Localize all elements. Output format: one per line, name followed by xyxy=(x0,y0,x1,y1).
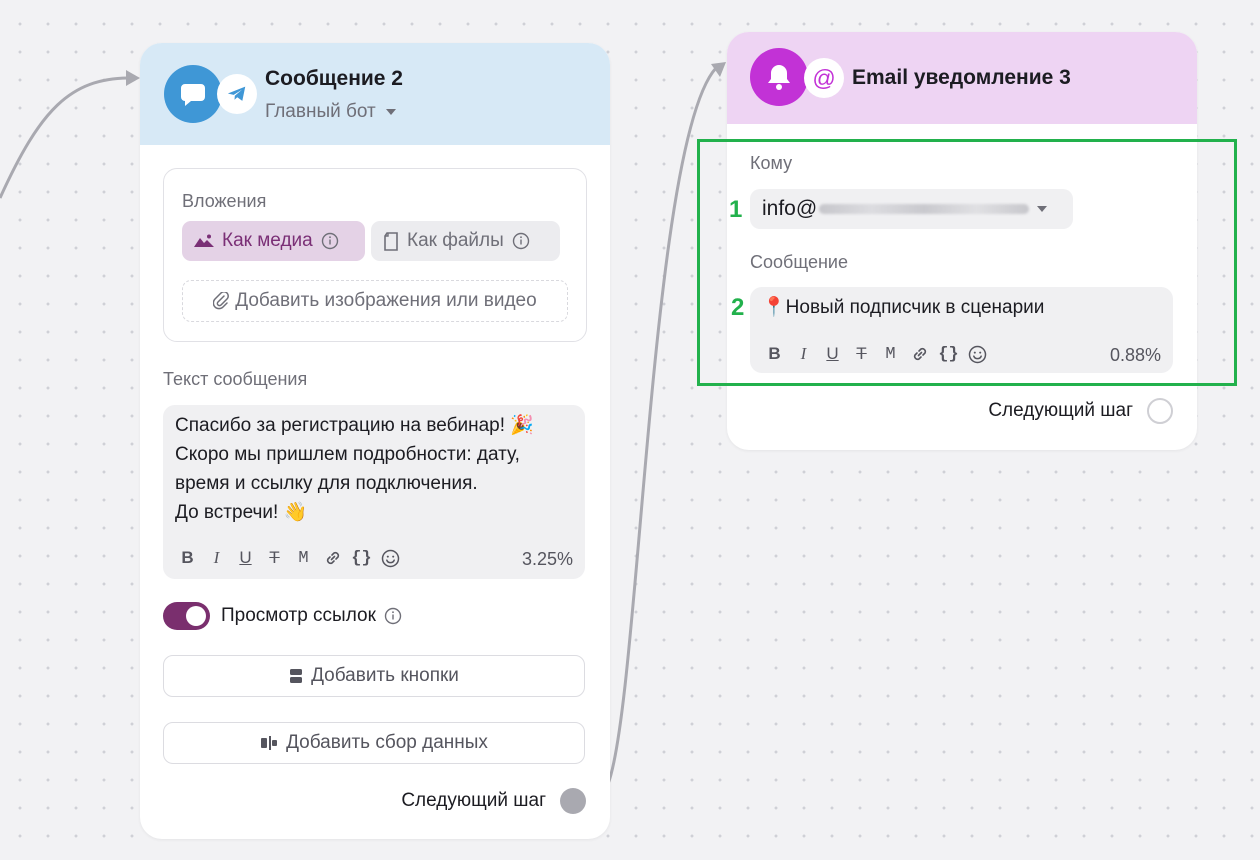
node-title: Сообщение 2 xyxy=(265,67,403,90)
next-step-connector[interactable] xyxy=(560,788,586,814)
node-title: Email уведомление 3 xyxy=(852,66,1071,89)
bot-name: Главный бот xyxy=(265,101,376,122)
variables-button[interactable]: {} xyxy=(347,545,376,571)
paperclip-icon xyxy=(213,292,230,310)
highlight-box xyxy=(697,139,1237,386)
mountain-image-icon xyxy=(194,234,214,247)
info-icon[interactable] xyxy=(384,607,402,625)
as-media-label: Как медиа xyxy=(222,230,313,251)
data-collection-icon xyxy=(261,736,278,750)
telegram-icon xyxy=(217,74,257,114)
add-buttons-button[interactable]: Добавить кнопки xyxy=(163,655,585,697)
monospace-button[interactable]: M xyxy=(289,545,318,571)
email-node-header: @ Email уведомление 3 xyxy=(727,32,1197,124)
next-step-label: Следующий шаг xyxy=(401,790,546,811)
underline-button[interactable]: U xyxy=(231,545,260,571)
next-step-label: Следующий шаг xyxy=(988,400,1133,421)
message-text-editor[interactable]: Спасибо за регистрацию на вебинар! 🎉 Ско… xyxy=(163,405,585,579)
message-line: Скоро мы пришлем подробности: дату, xyxy=(175,444,520,465)
next-step-row: Следующий шаг xyxy=(988,398,1173,424)
chevron-down-icon xyxy=(385,109,396,115)
as-files-option[interactable]: Как файлы xyxy=(371,221,560,261)
info-icon[interactable] xyxy=(512,232,530,250)
link-preview-row: Просмотр ссылок xyxy=(221,605,402,627)
next-step-connector[interactable] xyxy=(1147,398,1173,424)
link-icon xyxy=(326,551,339,565)
add-media-button[interactable]: Добавить изображения или видео xyxy=(182,280,568,322)
emoji-icon xyxy=(381,549,400,567)
message-text-content[interactable]: Спасибо за регистрацию на вебинар! 🎉 Ско… xyxy=(175,411,534,527)
annotation-number-1: 1 xyxy=(729,196,743,223)
italic-button[interactable]: I xyxy=(202,545,231,571)
link-preview-label: Просмотр ссылок xyxy=(221,605,376,626)
next-step-row: Следующий шаг xyxy=(401,788,586,814)
add-data-collection-label: Добавить сбор данных xyxy=(286,732,488,753)
wire-into-message xyxy=(0,76,131,199)
file-icon xyxy=(384,231,398,251)
wire-arrow-message xyxy=(126,70,140,86)
attachments-panel: Вложения Как медиа Как файлы Добавить из… xyxy=(163,168,587,342)
as-media-option[interactable]: Как медиа xyxy=(182,221,365,261)
link-preview-toggle[interactable] xyxy=(163,602,210,630)
attachments-label: Вложения xyxy=(182,191,267,211)
chat-bubble-icon xyxy=(164,65,222,123)
add-data-collection-button[interactable]: Добавить сбор данных xyxy=(163,722,585,764)
bell-icon xyxy=(750,48,808,106)
buttons-icon xyxy=(290,669,303,683)
info-icon[interactable] xyxy=(321,232,339,250)
strikethrough-button[interactable]: T xyxy=(260,545,289,571)
format-toolbar: B I U T M {} xyxy=(173,545,405,571)
link-button[interactable] xyxy=(318,545,347,571)
message-line: время и ссылку для подключения. xyxy=(175,473,478,494)
message-text-label: Текст сообщения xyxy=(163,369,308,389)
bold-button[interactable]: B xyxy=(173,545,202,571)
add-media-label: Добавить изображения или видео xyxy=(235,290,537,311)
bot-selector[interactable]: Главный бот xyxy=(265,101,396,123)
at-sign-icon: @ xyxy=(804,58,844,98)
message-line: До встречи! 👋 xyxy=(175,502,308,523)
message-line: Спасибо за регистрацию на вебинар! 🎉 xyxy=(175,415,534,436)
message-node-card[interactable]: Сообщение 2 Главный бот Вложения Как мед… xyxy=(140,43,610,839)
message-size-percent: 3.25% xyxy=(521,549,573,569)
annotation-number-2: 2 xyxy=(731,294,745,321)
as-files-label: Как файлы xyxy=(407,230,504,251)
emoji-button[interactable] xyxy=(376,545,405,571)
add-buttons-label: Добавить кнопки xyxy=(311,665,459,686)
message-node-header: Сообщение 2 Главный бот xyxy=(140,43,610,145)
